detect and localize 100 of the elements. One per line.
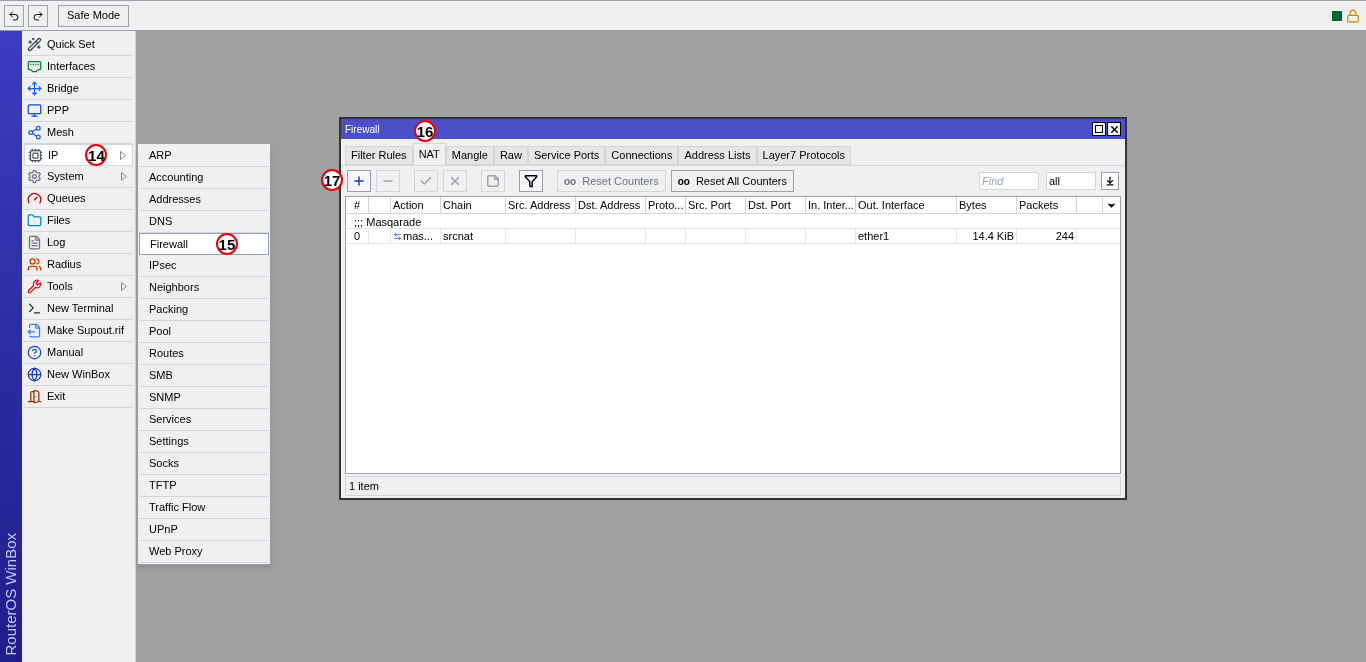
menu-item[interactable]: Bridge [24, 78, 133, 100]
redo-icon [32, 9, 44, 22]
column-header: Dst. Port [746, 197, 806, 213]
find-field[interactable]: Find [979, 172, 1039, 190]
submenu-item[interactable]: SNMP [139, 387, 269, 409]
tab[interactable]: Connections [605, 146, 679, 165]
network-port-icon [27, 59, 42, 74]
callout-number: 16 [414, 120, 436, 142]
submenu-label: UPnP [149, 522, 178, 538]
close-button[interactable] [1107, 122, 1121, 136]
settings-icon [27, 169, 42, 184]
menu-item[interactable]: Queues [24, 188, 133, 210]
column-header: Dst. Address [576, 197, 646, 213]
tab[interactable]: Raw [493, 146, 528, 165]
monitor-icon [27, 103, 42, 118]
menu-label: Radius [47, 257, 82, 273]
menu-item[interactable]: Exit [24, 386, 133, 408]
submenu-item[interactable]: Pool [139, 321, 269, 343]
menu-item[interactable]: Tools [24, 276, 133, 298]
column-header: In. Inter... [806, 197, 856, 213]
submenu-item[interactable]: Socks [139, 453, 269, 475]
column-header: Src. Port [686, 197, 746, 213]
add-button[interactable] [347, 170, 371, 192]
submenu-label: ARP [149, 148, 172, 164]
submenu-item[interactable]: Routes [139, 343, 269, 365]
menu-item[interactable]: Radius [24, 254, 133, 276]
submenu-item[interactable]: Neighbors [139, 277, 269, 299]
column-header: Chain [441, 197, 506, 213]
submenu-item[interactable]: Accounting [139, 167, 269, 189]
column-header: Bytes [957, 197, 1017, 213]
menu-label: Manual [47, 345, 84, 361]
submenu-item[interactable]: Addresses [139, 189, 269, 211]
submenu-item[interactable]: Packing [139, 299, 269, 321]
menu-item[interactable]: New WinBox [24, 364, 133, 386]
safe-mode-button[interactable]: Safe Mode [58, 4, 130, 27]
enable-icon [419, 174, 433, 188]
filter-button[interactable] [519, 170, 543, 192]
file-export-icon [27, 323, 42, 338]
table-cell: 244 [1055, 229, 1074, 243]
submenu-label: Firewall [150, 236, 188, 252]
menu-label: Log [47, 235, 66, 251]
menu-item[interactable]: New Terminal [24, 298, 133, 320]
submenu-item[interactable]: ARP [139, 145, 269, 167]
door-icon [27, 389, 42, 404]
column-header: Out. Interface [856, 197, 957, 213]
menu-item[interactable]: Manual [24, 342, 133, 364]
table-cell: srcnat [443, 229, 473, 243]
menu-item[interactable]: Log [24, 232, 133, 254]
redo-button[interactable] [28, 4, 48, 27]
brand-label: RouterOS WinBox [0, 533, 20, 656]
table-row[interactable]: 0 mas... srcnat ether1 14.4 KiB 244 [346, 229, 1120, 244]
tab[interactable]: NAT [412, 143, 446, 165]
wrench-icon [27, 279, 42, 294]
menu-item[interactable]: Make Supout.rif [24, 320, 133, 342]
tab[interactable]: Address Lists [678, 146, 757, 165]
tab[interactable]: Service Ports [527, 146, 606, 165]
counter-icon: oo [677, 173, 690, 189]
submenu-item[interactable]: SMB [139, 365, 269, 387]
menu-item[interactable]: System [24, 166, 133, 188]
submenu-item[interactable]: Settings [139, 431, 269, 453]
menu-label: PPP [47, 103, 69, 119]
submenu-label: DNS [149, 214, 173, 230]
dropdown-button[interactable] [1101, 172, 1119, 190]
reset-all-counters-button[interactable]: oo Reset All Counters [670, 170, 794, 192]
submenu-item[interactable]: Firewall 15 [139, 233, 269, 255]
menu-label: New WinBox [47, 367, 110, 383]
callout-number: 17 [321, 169, 343, 191]
table-cell: mas... [403, 229, 433, 243]
submenu-item[interactable]: TFTP [139, 475, 269, 497]
menu-label: Queues [47, 191, 86, 207]
menu-item[interactable]: PPP [24, 100, 133, 122]
undo-button[interactable] [4, 4, 24, 27]
maximize-icon [1095, 125, 1103, 133]
tab[interactable]: Mangle [445, 146, 494, 165]
help-icon [27, 345, 42, 360]
submenu-label: SNMP [149, 390, 181, 406]
menu-label: IP [48, 147, 59, 163]
menu-label: New Terminal [47, 301, 114, 317]
submenu-label: TFTP [149, 478, 177, 494]
dropdown-icon [1105, 176, 1115, 186]
menu-label: Make Supout.rif [47, 323, 125, 339]
submenu-item[interactable]: UPnP [139, 519, 269, 541]
submenu-item[interactable]: Traffic Flow [139, 497, 269, 519]
document-icon [27, 235, 42, 250]
table-cell: 0 [353, 229, 361, 243]
status-indicator-icon [1332, 10, 1342, 21]
menu-item[interactable]: Interfaces [24, 56, 133, 78]
tab[interactable]: Filter Rules [345, 146, 413, 165]
menu-item[interactable]: IP 14 [24, 144, 133, 166]
submenu-item[interactable]: Services [139, 409, 269, 431]
column-header: # [346, 197, 369, 213]
menu-item[interactable]: Quick Set [24, 34, 133, 56]
maximize-button[interactable] [1092, 122, 1106, 136]
submenu-item[interactable]: Web Proxy [139, 541, 269, 563]
menu-item[interactable]: Files [24, 210, 133, 232]
menu-label: System [47, 169, 84, 185]
tab[interactable]: Layer7 Protocols [756, 146, 852, 165]
column-header: Src. Address [506, 197, 576, 213]
submenu-item[interactable]: IPsec [139, 255, 269, 277]
scope-field[interactable]: all [1046, 172, 1096, 190]
